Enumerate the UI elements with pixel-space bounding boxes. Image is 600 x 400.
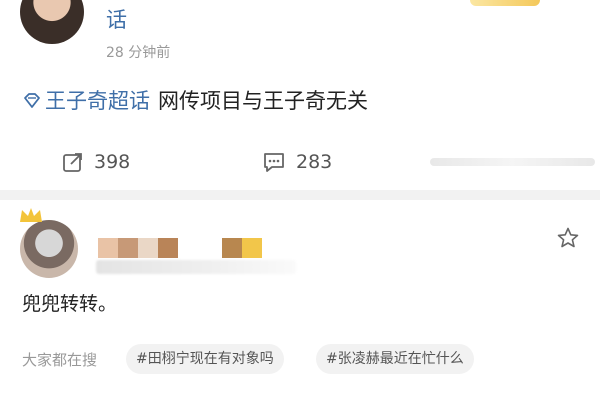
- post-time: 28 分钟前: [106, 45, 171, 61]
- comment-icon: [264, 153, 284, 172]
- topic-link-text[interactable]: 王子奇超话: [45, 86, 150, 116]
- diamond-icon: [24, 93, 40, 108]
- comment-time-blurred: [96, 260, 296, 274]
- post-author-name[interactable]: 话: [106, 6, 127, 34]
- comment-count: 283: [296, 151, 333, 173]
- separator: [0, 190, 600, 200]
- decor-banner: [470, 0, 540, 6]
- repost-count: 398: [94, 151, 131, 173]
- comment-button[interactable]: 283: [262, 148, 332, 176]
- post-content: 王子奇超话 网传项目与王子奇无关: [22, 86, 368, 116]
- like-placeholder-blur: [430, 158, 595, 166]
- repost-icon: [63, 153, 82, 172]
- star-icon[interactable]: [556, 226, 580, 250]
- post-content-text: 网传项目与王子奇无关: [158, 89, 368, 113]
- username-mosaic: [98, 238, 178, 258]
- comment-text: 兜兜转转。: [22, 293, 118, 315]
- username-mosaic-2: [222, 238, 262, 258]
- crown-icon: [20, 208, 42, 222]
- post-avatar[interactable]: [20, 0, 84, 44]
- like-button[interactable]: [430, 148, 595, 176]
- trending-tag[interactable]: #张凌赫最近在忙什么: [316, 344, 474, 374]
- topic-link[interactable]: 王子奇超话: [22, 86, 150, 116]
- trending-search-label: 大家都在搜: [22, 351, 98, 369]
- comment-avatar[interactable]: [20, 220, 78, 278]
- repost-button[interactable]: 398: [62, 148, 130, 176]
- trending-tag[interactable]: #田栩宁现在有对象吗: [126, 344, 284, 374]
